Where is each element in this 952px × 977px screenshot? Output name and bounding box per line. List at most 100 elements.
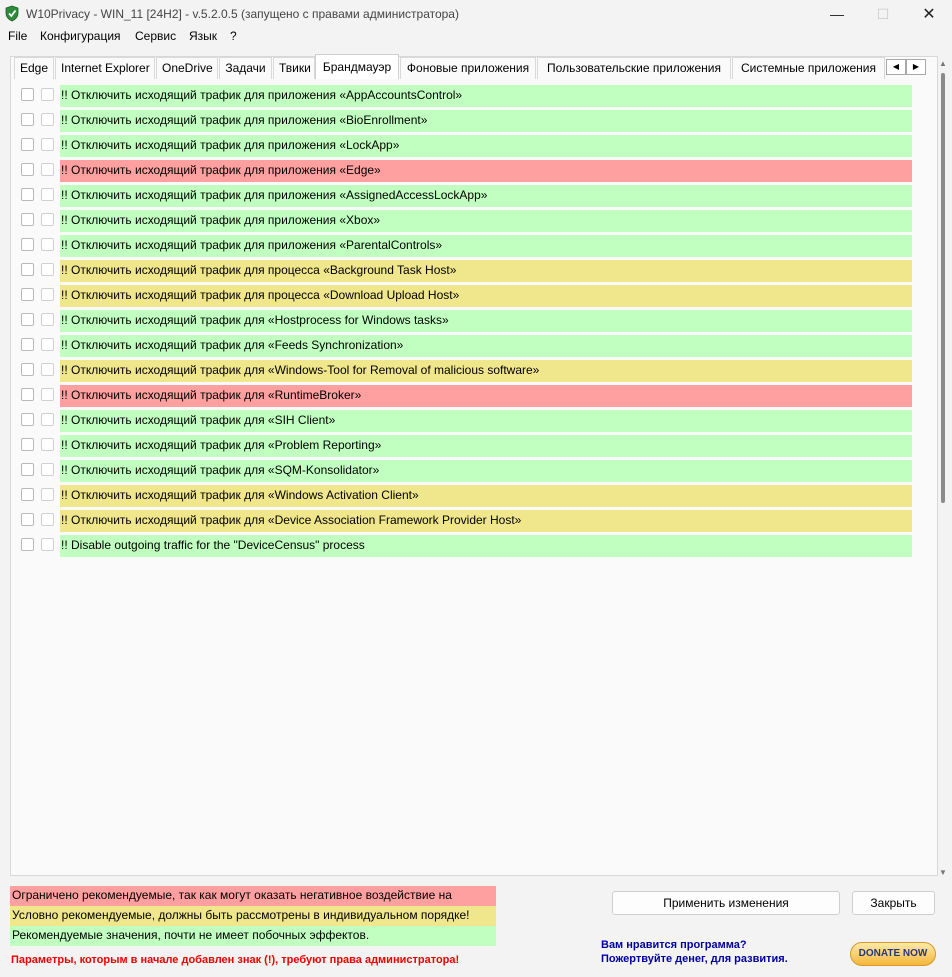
apply-checkbox[interactable] (21, 363, 34, 376)
option-label[interactable]: !! Отключить исходящий трафик для «Runti… (60, 385, 912, 407)
tab-scroll-left-icon[interactable]: ◀ (886, 59, 906, 75)
tab-tasks[interactable]: Задачи (219, 57, 272, 79)
menu-file[interactable]: File (8, 28, 27, 44)
option-label[interactable]: !! Отключить исходящий трафик для процес… (60, 285, 912, 307)
admin-rights-note: Параметры, которым в начале добавлен зна… (11, 954, 460, 966)
list-item: !! Отключить исходящий трафик для «Probl… (18, 434, 912, 459)
option-label[interactable]: !! Отключить исходящий трафик для «Probl… (60, 435, 912, 457)
secondary-checkbox[interactable] (41, 238, 54, 251)
tab-scroll-right-icon[interactable]: ▶ (906, 59, 926, 75)
secondary-checkbox[interactable] (41, 163, 54, 176)
apply-checkbox[interactable] (21, 538, 34, 551)
close-window-button[interactable]: ✕ (906, 0, 952, 28)
option-label[interactable]: !! Отключить исходящий трафик для «Windo… (60, 360, 912, 382)
secondary-checkbox[interactable] (41, 288, 54, 301)
secondary-checkbox[interactable] (41, 113, 54, 126)
option-label[interactable]: !! Отключить исходящий трафик для прилож… (60, 160, 912, 182)
apply-checkbox[interactable] (21, 238, 34, 251)
secondary-checkbox[interactable] (41, 138, 54, 151)
menu-language[interactable]: Язык (189, 28, 217, 44)
apply-checkbox[interactable] (21, 488, 34, 501)
apply-checkbox[interactable] (21, 263, 34, 276)
option-label[interactable]: !! Отключить исходящий трафик для «SQM-K… (60, 460, 912, 482)
tab-background-apps[interactable]: Фоновые приложения (400, 57, 536, 79)
secondary-checkbox[interactable] (41, 213, 54, 226)
apply-changes-button[interactable]: Применить изменения (612, 891, 840, 915)
apply-checkbox[interactable] (21, 338, 34, 351)
option-label[interactable]: !! Отключить исходящий трафик для «Feeds… (60, 335, 912, 357)
shield-check-icon (5, 5, 19, 22)
secondary-checkbox[interactable] (41, 338, 54, 351)
list-item: !! Отключить исходящий трафик для прилож… (18, 209, 912, 234)
tab-firewall[interactable]: Брандмауэр (315, 54, 399, 79)
apply-checkbox[interactable] (21, 463, 34, 476)
tab-edge[interactable]: Edge (14, 57, 54, 79)
tab-system-apps[interactable]: Системные приложения (732, 57, 885, 79)
option-label[interactable]: !! Отключить исходящий трафик для прилож… (60, 135, 912, 157)
scrollbar-thumb[interactable] (941, 73, 945, 503)
secondary-checkbox[interactable] (41, 188, 54, 201)
list-item: !! Отключить исходящий трафик для «Feeds… (18, 334, 912, 359)
apply-checkbox[interactable] (21, 88, 34, 101)
menu-configuration[interactable]: Конфигурация (40, 28, 121, 44)
option-label[interactable]: !! Disable outgoing traffic for the "Dev… (60, 535, 912, 557)
secondary-checkbox[interactable] (41, 88, 54, 101)
option-label[interactable]: !! Отключить исходящий трафик для процес… (60, 260, 912, 282)
apply-checkbox[interactable] (21, 163, 34, 176)
scroll-down-icon[interactable]: ▼ (939, 868, 947, 877)
option-label[interactable]: !! Отключить исходящий трафик для прилож… (60, 235, 912, 257)
secondary-checkbox[interactable] (41, 263, 54, 276)
option-label[interactable]: !! Отключить исходящий трафик для «SIH C… (60, 410, 912, 432)
apply-checkbox[interactable] (21, 313, 34, 326)
secondary-checkbox[interactable] (41, 313, 54, 326)
legend-recommended: Рекомендуемые значения, почти не имеет п… (10, 926, 496, 946)
apply-checkbox[interactable] (21, 388, 34, 401)
title-bar: W10Privacy - WIN_11 [24H2] - v.5.2.0.5 (… (0, 0, 952, 28)
apply-checkbox[interactable] (21, 138, 34, 151)
donate-now-button[interactable]: DONATE NOW (850, 942, 936, 966)
legend-limited-recommended: Ограничено рекомендуемые, так как могут … (10, 886, 496, 906)
option-label[interactable]: !! Отключить исходящий трафик для прилож… (60, 210, 912, 232)
apply-checkbox[interactable] (21, 113, 34, 126)
option-label[interactable]: !! Отключить исходящий трафик для прилож… (60, 110, 912, 132)
secondary-checkbox[interactable] (41, 488, 54, 501)
apply-checkbox[interactable] (21, 438, 34, 451)
list-item: !! Отключить исходящий трафик для «Runti… (18, 384, 912, 409)
secondary-checkbox[interactable] (41, 513, 54, 526)
option-label[interactable]: !! Отключить исходящий трафик для прилож… (60, 85, 912, 107)
secondary-checkbox[interactable] (41, 463, 54, 476)
apply-checkbox[interactable] (21, 413, 34, 426)
list-item: !! Отключить исходящий трафик для «Windo… (18, 359, 912, 384)
list-item: !! Отключить исходящий трафик для прилож… (18, 84, 912, 109)
list-item: !! Отключить исходящий трафик для «Windo… (18, 484, 912, 509)
option-label[interactable]: !! Отключить исходящий трафик для «Devic… (60, 510, 912, 532)
secondary-checkbox[interactable] (41, 413, 54, 426)
list-item: !! Отключить исходящий трафик для «SIH C… (18, 409, 912, 434)
option-label[interactable]: !! Отключить исходящий трафик для прилож… (60, 185, 912, 207)
apply-checkbox[interactable] (21, 513, 34, 526)
tab-onedrive[interactable]: OneDrive (156, 57, 218, 79)
tab-internet-explorer[interactable]: Internet Explorer (55, 57, 155, 79)
close-button[interactable]: Закрыть (852, 891, 935, 915)
tab-user-apps[interactable]: Пользовательские приложения (537, 57, 731, 79)
menu-bar: File Конфигурация Сервис Язык ? (0, 28, 952, 44)
apply-checkbox[interactable] (21, 188, 34, 201)
list-item: !! Отключить исходящий трафик для прилож… (18, 234, 912, 259)
minimize-button[interactable]: — (814, 0, 860, 28)
maximize-button[interactable]: ☐ (860, 0, 906, 28)
option-label[interactable]: !! Отключить исходящий трафик для «Windo… (60, 485, 912, 507)
menu-help[interactable]: ? (230, 28, 237, 44)
tab-tweaks[interactable]: Твики (273, 57, 315, 79)
vertical-scrollbar[interactable]: ▲ ▼ (938, 57, 948, 877)
list-item: !! Отключить исходящий трафик для прилож… (18, 134, 912, 159)
apply-checkbox[interactable] (21, 213, 34, 226)
legend-conditionally-recommended: Условно рекомендуемые, должны быть рассм… (10, 906, 496, 926)
secondary-checkbox[interactable] (41, 363, 54, 376)
secondary-checkbox[interactable] (41, 388, 54, 401)
scroll-up-icon[interactable]: ▲ (939, 59, 947, 68)
menu-service[interactable]: Сервис (135, 28, 176, 44)
option-label[interactable]: !! Отключить исходящий трафик для «Hostp… (60, 310, 912, 332)
secondary-checkbox[interactable] (41, 438, 54, 451)
apply-checkbox[interactable] (21, 288, 34, 301)
secondary-checkbox[interactable] (41, 538, 54, 551)
